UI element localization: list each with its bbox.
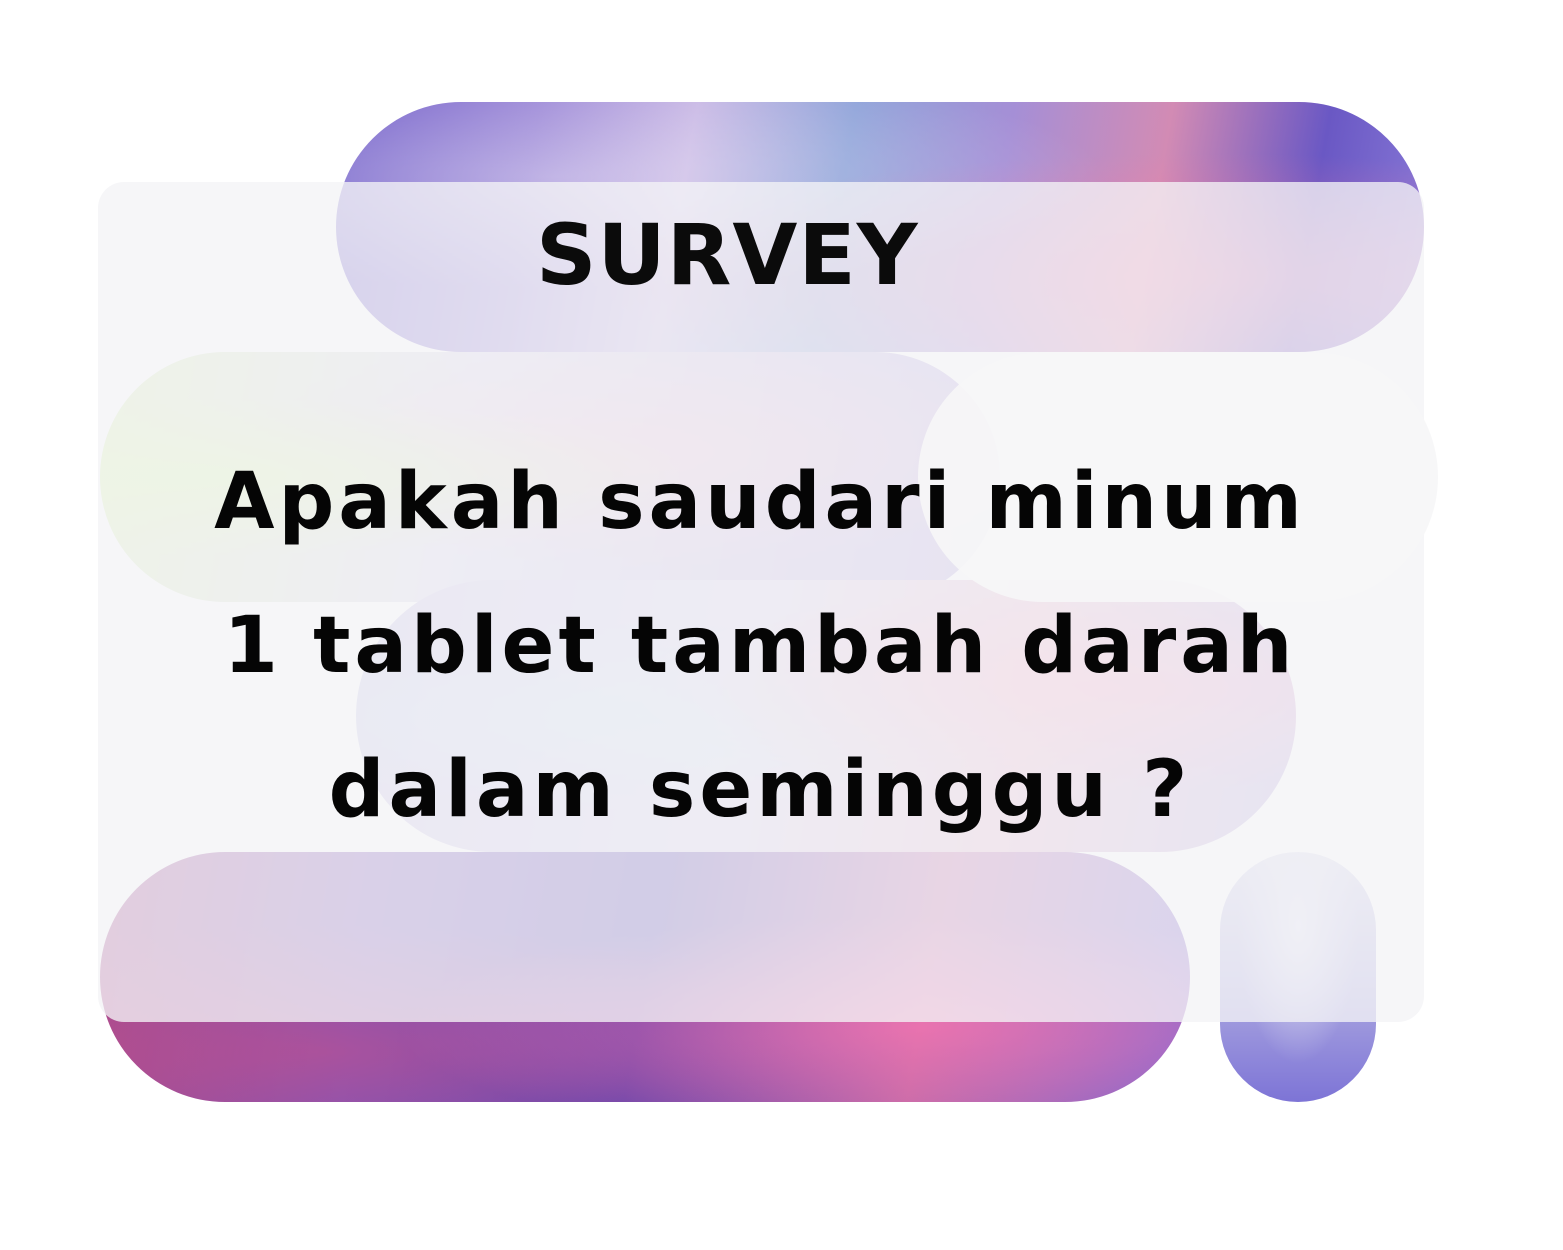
survey-graphic: SURVEY Apakah saudari minum 1 tablet tam… — [0, 0, 1563, 1250]
survey-question: Apakah saudari minum 1 tablet tambah dar… — [140, 430, 1380, 862]
question-line-1: Apakah saudari minum — [214, 457, 1306, 547]
question-line-3: dalam seminggu ? — [328, 745, 1192, 835]
question-line-2: 1 tablet tambah darah — [223, 601, 1297, 691]
page-title: SURVEY — [536, 206, 919, 304]
